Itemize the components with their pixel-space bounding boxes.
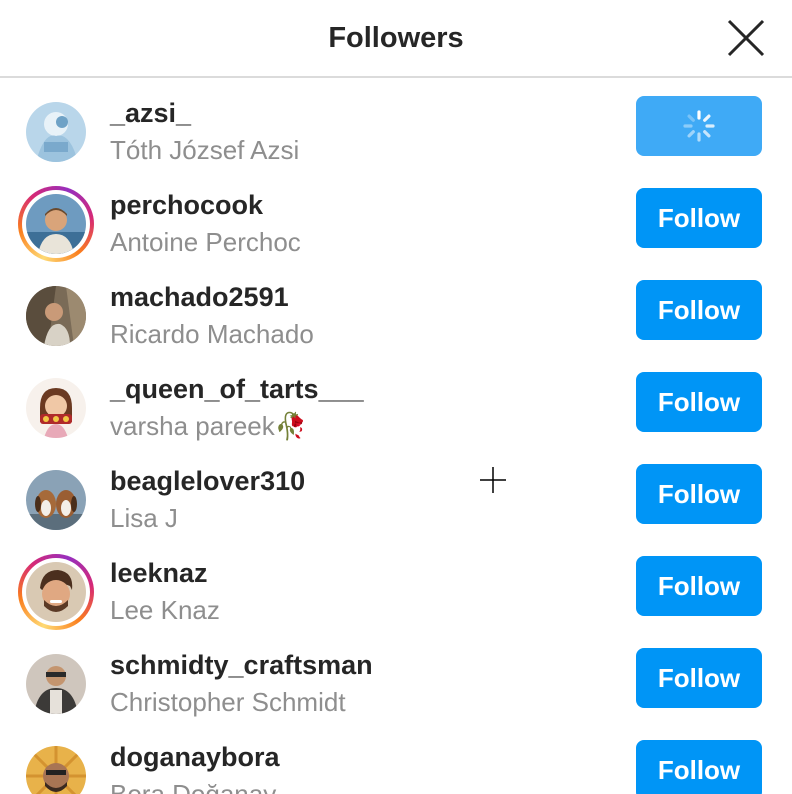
followers-dialog: Followers _azsi_ Tóth József Azsi percho…: [0, 0, 792, 794]
follower-full-name: varsha pareek🥀: [110, 411, 308, 441]
follower-row: leeknaz Lee Knaz Follow: [0, 540, 792, 632]
avatar[interactable]: [18, 94, 94, 170]
follow-button[interactable]: Follow: [636, 556, 762, 616]
dialog-header: Followers: [0, 0, 792, 78]
follower-username[interactable]: schmidty_craftsman: [110, 648, 373, 682]
followers-list: _azsi_ Tóth József Azsi perchocook Antoi…: [0, 80, 792, 794]
avatar[interactable]: [18, 646, 94, 722]
follower-username[interactable]: _azsi_: [110, 96, 191, 130]
follower-username[interactable]: perchocook: [110, 188, 263, 222]
follower-full-name: Ricardo Machado: [110, 319, 314, 349]
spinner-icon: [683, 110, 715, 142]
follower-full-name: Lisa J: [110, 503, 178, 533]
avatar[interactable]: [18, 186, 94, 262]
follower-full-name: Tóth József Azsi: [110, 135, 300, 165]
avatar[interactable]: [18, 278, 94, 354]
follower-username[interactable]: _queen_of_tarts___: [110, 372, 364, 406]
follow-button[interactable]: Follow: [636, 464, 762, 524]
avatar[interactable]: [18, 462, 94, 538]
follow-button[interactable]: Follow: [636, 740, 762, 794]
avatar[interactable]: [18, 554, 94, 630]
follow-button[interactable]: Follow: [636, 188, 762, 248]
avatar[interactable]: [18, 370, 94, 446]
follow-button[interactable]: Follow: [636, 648, 762, 708]
follower-row: perchocook Antoine Perchoc Follow: [0, 172, 792, 264]
follow-button[interactable]: [636, 96, 762, 156]
follower-row: _azsi_ Tóth József Azsi: [0, 80, 792, 172]
follower-row: schmidty_craftsman Christopher Schmidt F…: [0, 632, 792, 724]
follower-row: doganaybora Bora Doğanay Follow: [0, 724, 792, 794]
follower-full-name: Antoine Perchoc: [110, 227, 301, 257]
follow-button[interactable]: Follow: [636, 372, 762, 432]
follower-row: beaglelover310 Lisa J Follow: [0, 448, 792, 540]
follow-button[interactable]: Follow: [636, 280, 762, 340]
follower-username[interactable]: leeknaz: [110, 556, 208, 590]
follower-username[interactable]: beaglelover310: [110, 464, 305, 498]
follower-row: machado2591 Ricardo Machado Follow: [0, 264, 792, 356]
follower-row: _queen_of_tarts___ varsha pareek🥀 Follow: [0, 356, 792, 448]
avatar[interactable]: [18, 738, 94, 794]
follower-username[interactable]: doganaybora: [110, 740, 280, 774]
follower-full-name: Christopher Schmidt: [110, 687, 346, 717]
follower-full-name: Bora Doğanay: [110, 779, 277, 794]
follower-username[interactable]: machado2591: [110, 280, 289, 314]
follower-full-name: Lee Knaz: [110, 595, 220, 625]
close-icon[interactable]: [726, 18, 766, 58]
dialog-title: Followers: [328, 22, 464, 54]
